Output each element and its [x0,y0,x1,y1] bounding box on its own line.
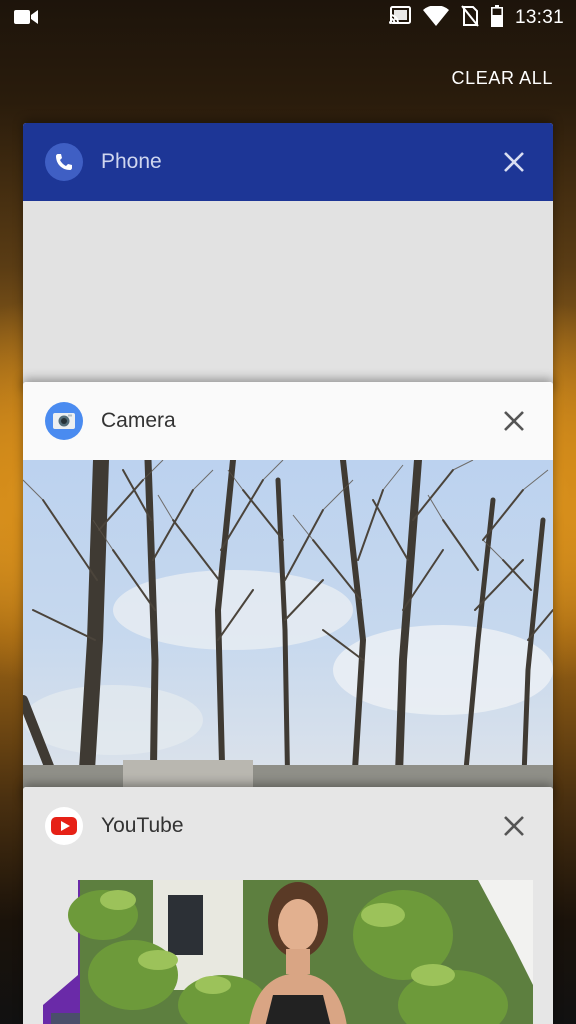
recent-card-youtube[interactable]: YouTube [23,787,553,1024]
trees-photo [23,460,553,802]
wifi-icon [422,4,449,31]
card-header[interactable]: Camera [23,382,553,460]
camera-icon [45,402,83,440]
phone-icon [45,143,83,181]
cast-icon [388,5,411,31]
recent-card-phone[interactable]: Phone [23,123,553,393]
status-bar: 13:31 [0,0,576,36]
status-clock: 13:31 [514,7,564,28]
card-header[interactable]: Phone [23,123,553,201]
card-header[interactable]: YouTube [23,787,553,865]
app-thumbnail[interactable] [23,460,553,802]
status-icons: 13:31 [388,4,564,32]
video-thumbnail [23,865,553,1024]
app-thumbnail[interactable] [23,201,553,393]
close-icon[interactable] [501,408,527,434]
clear-all-button[interactable]: CLEAR ALL [452,68,553,89]
video-camera-icon [14,9,38,30]
app-title: Phone [101,150,162,173]
youtube-icon [45,807,83,845]
app-thumbnail[interactable] [23,865,553,1024]
close-icon[interactable] [501,813,527,839]
battery-icon [490,4,503,32]
app-title: Camera [101,409,176,432]
no-sim-icon [461,4,479,32]
app-title: YouTube [101,814,184,837]
close-icon[interactable] [501,149,527,175]
recent-card-camera[interactable]: Camera [23,382,553,802]
recents-screen: 13:31 CLEAR ALL Phone Camera YouTube [0,0,576,1024]
